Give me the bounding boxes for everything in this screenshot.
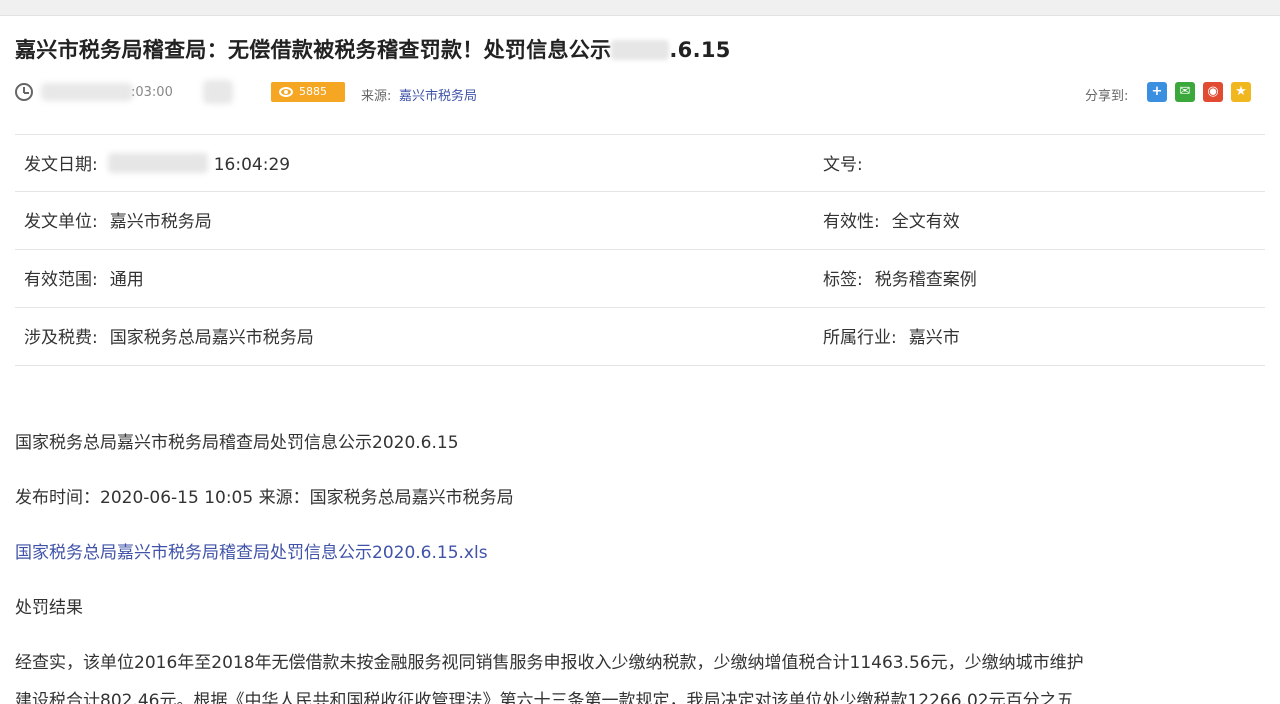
eye-icon <box>279 87 293 97</box>
tax-label: 涉及税费: <box>24 328 98 348</box>
scope-value: 通用 <box>109 270 144 290</box>
issuer-label: 发文单位: <box>24 212 98 232</box>
issue-date-label: 发文日期: <box>24 155 98 175</box>
industry-value: 嘉兴市 <box>908 328 960 348</box>
validity-value: 全文有效 <box>891 212 960 232</box>
top-bar <box>0 0 1280 16</box>
validity-label: 有效性: <box>823 212 880 232</box>
share-qzone-icon[interactable]: ★ <box>1231 82 1251 102</box>
info-row-scope: 有效范围: 通用 标签: 税务稽查案例 <box>15 250 1265 308</box>
info-row-issuer: 发文单位: 嘉兴市税务局 有效性: 全文有效 <box>15 192 1265 250</box>
views-badge: 5885 <box>271 82 345 102</box>
redacted-author <box>203 80 233 104</box>
industry-label: 所属行业: <box>823 328 897 348</box>
issuer-value: 嘉兴市税务局 <box>109 212 212 232</box>
share-weibo-icon[interactable]: ◉ <box>1203 82 1223 102</box>
body-publish-info: 发布时间：2020-06-15 10:05 来源：国家税务总局嘉兴市税务局 <box>15 488 514 508</box>
body-heading: 国家税务总局嘉兴市税务局稽查局处罚信息公示2020.6.15 <box>15 433 459 453</box>
article-meta: :03:00 5885 来源: 嘉兴市税务局 分享到: + ✉ ◉ ★ <box>15 80 1265 104</box>
redacted-issue-date <box>107 153 208 173</box>
redacted-date <box>41 83 133 101</box>
scope-label: 有效范围: <box>24 270 98 290</box>
info-row-tax: 涉及税费: 国家税务总局嘉兴市税务局 所属行业: 嘉兴市 <box>15 308 1265 366</box>
share-wechat-icon[interactable]: ✉ <box>1175 82 1195 102</box>
article-title: 嘉兴市税务局稽查局：无偿借款被税务稽查罚款！处罚信息公示 .6.15 <box>15 38 731 62</box>
share-label: 分享到: <box>1085 89 1129 104</box>
issue-time: 16:04:29 <box>213 155 291 175</box>
body-paragraph-line: 经查实，该单位2016年至2018年无偿借款未按金融服务视同销售服务申报收入少缴… <box>15 653 1084 673</box>
tax-value: 国家税务总局嘉兴市税务局 <box>109 328 314 348</box>
clock-icon <box>15 83 33 101</box>
tag-value: 税务稽查案例 <box>874 270 977 290</box>
source-label: 来源: <box>361 89 392 104</box>
body-paragraph-line: 建设税合计802.46元。根据《中华人民共和国税收征收管理法》第六十三条第一款规… <box>15 691 1074 704</box>
info-row-date: 发文日期: 16:04:29 文号: <box>15 134 1265 192</box>
redacted-title-date <box>611 40 670 60</box>
section-title: 处罚结果 <box>15 598 83 618</box>
document-info-table: 发文日期: 16:04:29 文号: 发文单位: 嘉兴市税务局 有效性: 全文有效 有… <box>15 134 1265 366</box>
source-link[interactable]: 嘉兴市税务局 <box>399 85 477 104</box>
doc-number-label: 文号: <box>823 155 863 175</box>
attachment-link[interactable]: 国家税务总局嘉兴市税务局稽查局处罚信息公示2020.6.15.xls <box>15 538 488 563</box>
publish-time: :03:00 <box>131 85 173 100</box>
tag-label: 标签: <box>823 270 863 290</box>
share-more-icon[interactable]: + <box>1147 82 1167 102</box>
